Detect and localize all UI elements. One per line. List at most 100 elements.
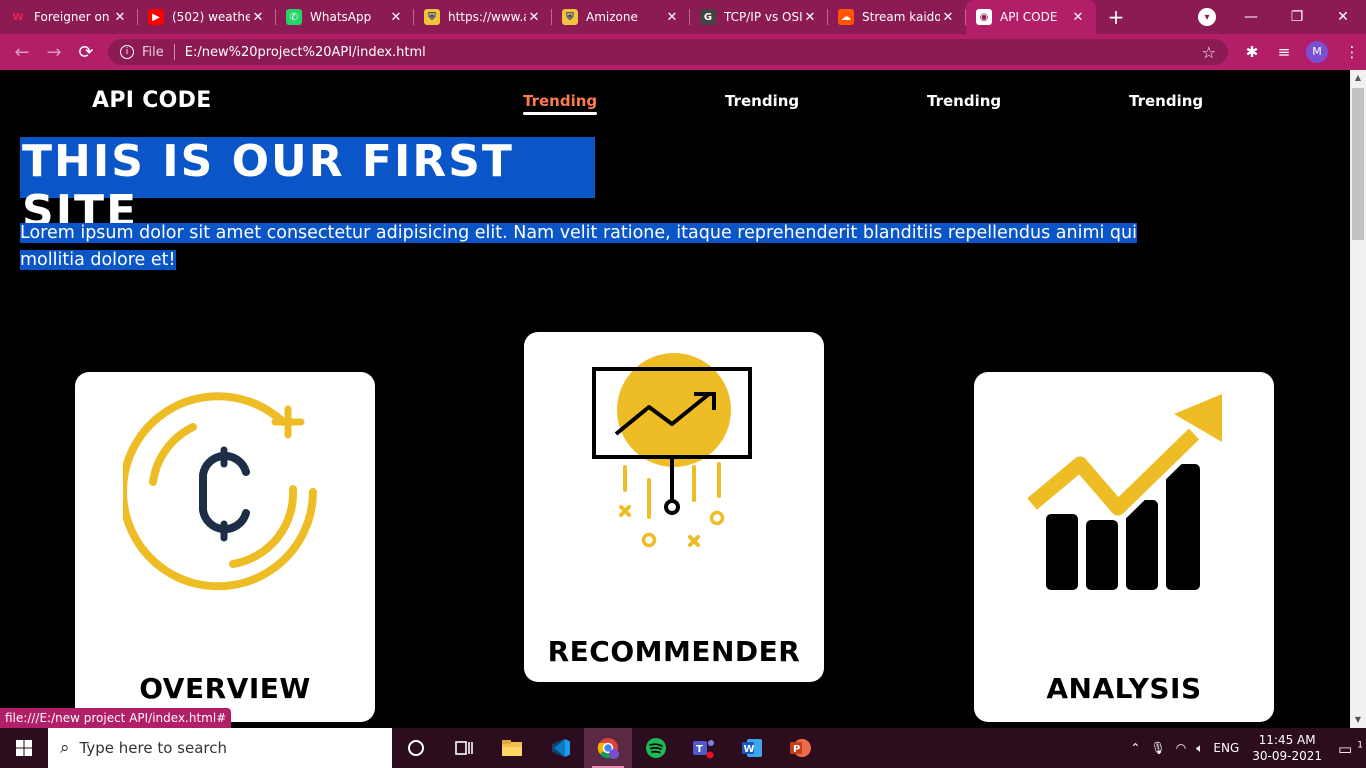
tab-title: https://www.a — [448, 10, 526, 24]
tab-favicon-icon: ◉ — [976, 9, 992, 25]
tab-title: Amizone — [586, 10, 638, 24]
forward-button[interactable]: → — [38, 42, 70, 63]
browser-menu-icon[interactable]: ⋮ — [1336, 43, 1366, 61]
card-analysis[interactable]: ANALYSIS — [974, 372, 1274, 722]
teams-icon[interactable]: T — [680, 728, 728, 768]
close-tab-icon[interactable]: ✕ — [388, 10, 404, 25]
close-tab-icon[interactable]: ✕ — [664, 10, 680, 25]
tab-title: API CODE — [1000, 10, 1058, 24]
start-button[interactable] — [0, 728, 48, 768]
nav-link-trending-2[interactable]: Trending — [725, 92, 799, 110]
vscode-icon[interactable] — [536, 728, 584, 768]
windows-taskbar: ⌕ Type here to search T W P ⌃ 🎙︎ ◠ 🔈︎ EN… — [0, 728, 1366, 768]
scrollbar-thumb[interactable] — [1352, 88, 1364, 240]
address-divider — [173, 44, 175, 60]
presentation-chart-icon — [592, 353, 752, 548]
tab-favicon-icon: ⛨ — [424, 9, 440, 25]
browser-tab[interactable]: ✆ WhatsApp ✕ — [276, 0, 414, 34]
status-url-tooltip: file:///E:/new project API/index.html# — [0, 708, 232, 728]
volume-icon[interactable]: 🔈︎ — [1191, 741, 1208, 756]
browser-tab[interactable]: W Foreigner on t ✕ — [0, 0, 138, 34]
reload-button[interactable]: ⟳ — [70, 42, 102, 63]
taskbar-search-box[interactable]: ⌕ Type here to search — [48, 728, 392, 768]
svg-text:P: P — [793, 744, 800, 755]
scroll-down-arrow-icon[interactable]: ▼ — [1350, 712, 1366, 728]
window-controls: — ❐ ✕ — [1228, 0, 1366, 34]
page-scrollbar[interactable]: ▲ ▼ — [1350, 70, 1366, 728]
hero-text-selection: Lorem ipsum dolor sit amet consectetur a… — [20, 223, 1137, 270]
tab-search-icon[interactable]: ▾ — [1198, 8, 1216, 26]
tab-favicon-icon: ☁ — [838, 9, 854, 25]
tab-favicon-icon: ▶ — [148, 9, 164, 25]
close-tab-icon[interactable]: ✕ — [250, 10, 266, 25]
minimize-button[interactable]: — — [1228, 9, 1274, 25]
profile-avatar[interactable]: M — [1306, 41, 1328, 63]
powerpoint-icon[interactable]: P — [776, 728, 824, 768]
url-text[interactable]: E:/new%20project%20API/index.html — [185, 45, 426, 60]
media-control-icon[interactable]: ≡ — [1268, 43, 1300, 61]
tab-title: (502) weather — [172, 10, 250, 24]
hero-title: THIS IS OUR FIRST SITE — [20, 137, 595, 237]
coin-icon — [123, 392, 317, 591]
browser-tab[interactable]: ⛨ https://www.a ✕ — [414, 0, 552, 34]
tab-favicon-icon: ✆ — [286, 9, 302, 25]
browser-tab[interactable]: G TCP/IP vs OSI ✕ — [690, 0, 828, 34]
hero-text: Lorem ipsum dolor sit amet consectetur a… — [20, 220, 1190, 274]
nav-link-trending-1[interactable]: Trending — [523, 92, 598, 115]
browser-tab[interactable]: ⛨ Amizone ✕ — [552, 0, 690, 34]
tab-title: Foreigner on t — [34, 10, 112, 24]
extensions-icon[interactable]: ✱ — [1236, 43, 1268, 61]
svg-text:W: W — [744, 744, 755, 755]
browser-toolbar: ← → ⟳ i File E:/new%20project%20API/inde… — [0, 34, 1366, 70]
svg-text:T: T — [696, 744, 703, 755]
close-tab-icon[interactable]: ✕ — [940, 10, 956, 25]
close-tab-icon[interactable]: ✕ — [112, 10, 128, 25]
scroll-up-arrow-icon[interactable]: ▲ — [1350, 70, 1366, 86]
maximize-button[interactable]: ❐ — [1274, 9, 1320, 25]
close-tab-icon[interactable]: ✕ — [526, 10, 542, 25]
scheme-label: File — [142, 44, 164, 60]
clock-date: 30-09-2021 — [1252, 749, 1322, 763]
new-tab-button[interactable]: + — [1096, 5, 1136, 29]
system-tray: ⌃ 🎙︎ ◠ 🔈︎ ENG 11:45 AM 30-09-2021 ▭ 1 — [1125, 728, 1366, 768]
notification-center-icon[interactable]: ▭ 1 — [1330, 739, 1366, 758]
windows-logo-icon — [16, 740, 32, 756]
close-tab-icon[interactable]: ✕ — [802, 10, 818, 25]
nav-link-trending-3[interactable]: Trending — [927, 92, 1001, 110]
back-button[interactable]: ← — [6, 42, 38, 63]
nav-link-trending-4[interactable]: Trending — [1129, 92, 1203, 110]
tab-title: Stream kaido — [862, 10, 940, 24]
language-indicator[interactable]: ENG — [1208, 741, 1244, 755]
browser-tab[interactable]: ◉ API CODE ✕ — [966, 0, 1096, 34]
tab-favicon-icon: G — [700, 9, 716, 25]
task-view-icon[interactable] — [440, 728, 488, 768]
card-title: ANALYSIS — [1046, 672, 1202, 705]
card-title: OVERVIEW — [139, 672, 311, 705]
tab-list: W Foreigner on t ✕ ▶ (502) weather ✕ ✆ WhatsApp… — [0, 0, 1096, 34]
tab-title: TCP/IP vs OSI — [724, 10, 802, 24]
file-explorer-icon[interactable] — [488, 728, 536, 768]
tab-title: WhatsApp — [310, 10, 372, 24]
chrome-icon[interactable] — [584, 728, 632, 768]
growth-chart-icon — [1024, 394, 1222, 590]
close-window-button[interactable]: ✕ — [1320, 9, 1366, 25]
tab-favicon-icon: W — [10, 9, 26, 25]
browser-tab[interactable]: ▶ (502) weather ✕ — [138, 0, 276, 34]
browser-tab[interactable]: ☁ Stream kaido ✕ — [828, 0, 966, 34]
clock[interactable]: 11:45 AM 30-09-2021 — [1244, 732, 1330, 764]
wifi-icon[interactable]: ◠ — [1171, 741, 1191, 755]
site-info-icon[interactable]: i — [120, 45, 134, 59]
bookmark-star-icon[interactable]: ☆ — [1202, 43, 1216, 62]
card-overview[interactable]: OVERVIEW — [75, 372, 375, 722]
cortana-icon[interactable] — [392, 728, 440, 768]
word-icon[interactable]: W — [728, 728, 776, 768]
search-placeholder: Type here to search — [79, 739, 227, 757]
address-bar[interactable]: i File E:/new%20project%20API/index.html… — [108, 39, 1228, 65]
card-recommender[interactable]: RECOMMENDER — [524, 332, 824, 682]
card-title: RECOMMENDER — [547, 635, 801, 668]
notification-count: 1 — [1357, 740, 1363, 751]
microphone-icon[interactable]: 🎙︎ — [1145, 741, 1170, 755]
spotify-icon[interactable] — [632, 728, 680, 768]
tray-overflow-icon[interactable]: ⌃ — [1125, 741, 1145, 755]
close-tab-icon[interactable]: ✕ — [1070, 10, 1086, 25]
